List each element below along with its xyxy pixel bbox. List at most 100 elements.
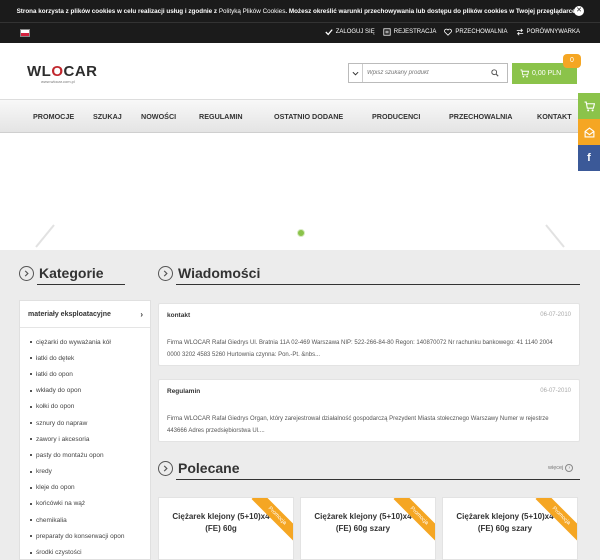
category-item[interactable]: preparaty do konserwacji opon — [20, 528, 150, 544]
category-item[interactable]: końcówki na wąż — [20, 496, 150, 512]
cookie-text-before: Strona korzysta z plików cookies w celu … — [16, 7, 218, 15]
login-label: ZALOGUJ SIĘ — [335, 29, 375, 35]
cookie-bar: Strona korzysta z plików cookies w celu … — [0, 0, 600, 22]
nav-item-szukaj[interactable]: SZUKAJ — [93, 112, 122, 121]
chevron-right-icon: › — [140, 310, 143, 319]
nav-item-promocje[interactable]: PROMOCJE — [33, 112, 74, 121]
category-item[interactable]: łatki do opon — [20, 366, 150, 382]
category-item[interactable]: kołki do opon — [20, 399, 150, 415]
side-contact-button[interactable] — [578, 119, 600, 145]
product-name[interactable]: Ciężarek klejony (5+10)x4 (FE) 60g — [169, 511, 273, 535]
news-item-body: Firma WLOCAR Rafał Giedrys Ul. Bratnia 1… — [167, 340, 553, 358]
product-name[interactable]: Ciężarek klejony (5+10)x4 (FE) 60g szary — [453, 511, 557, 535]
wishlist-link[interactable]: PRZECHOWALNIA — [444, 28, 508, 36]
cart-amount: 0,00 PLN — [532, 70, 562, 77]
logo-part3: CAR — [63, 63, 98, 80]
search-box — [348, 63, 508, 83]
category-item[interactable]: chemikalia — [20, 512, 150, 528]
category-item[interactable]: łatki do dętek — [20, 350, 150, 366]
cart-icon — [520, 69, 529, 78]
news-item[interactable]: Regulamin 06-07-2010 Firma WLOCAR Rafał … — [158, 379, 580, 442]
header: WLOCAR www.wlocar.com.pl 0,00 PLN 0 — [0, 43, 600, 99]
search-input[interactable] — [367, 67, 477, 79]
news-title: Wiadomości — [178, 265, 261, 281]
categories-panel: materiały eksploatacyjne › ciężarki do w… — [19, 300, 151, 560]
side-cart-button[interactable] — [578, 93, 600, 119]
cookie-close-button[interactable]: ✕ — [574, 6, 584, 16]
cookie-text: Strona korzysta z plików cookies w celu … — [17, 8, 584, 15]
nav-item-ostatnio-dodane[interactable]: OSTATNIO DODANE — [274, 112, 343, 121]
categories-heading: Kategorie — [19, 265, 104, 281]
register-label: REJESTRACJA — [393, 29, 437, 35]
news-item-date: 06-07-2010 — [540, 312, 571, 318]
category-group-header[interactable]: materiały eksploatacyjne › — [20, 301, 150, 328]
category-item[interactable]: zawory i akcesoria — [20, 431, 150, 447]
category-item[interactable]: sznury do napraw — [20, 415, 150, 431]
logo-part2: O — [51, 63, 64, 80]
recommended-heading: Polecane — [158, 460, 239, 476]
envelope-icon — [584, 126, 594, 137]
slider-dot-active[interactable] — [297, 229, 305, 237]
news-underline — [176, 284, 580, 285]
product-card[interactable]: Ciężarek klejony (5+10)x4 (FE) 60g Promo… — [158, 497, 294, 560]
news-heading: Wiadomości — [158, 265, 260, 281]
search-icon[interactable] — [491, 69, 499, 77]
news-item[interactable]: kontakt 06-07-2010 Firma WLOCAR Rafał Gi… — [158, 303, 580, 366]
category-group-label: materiały eksploatacyjne — [28, 310, 111, 318]
categories-title: Kategorie — [39, 265, 104, 281]
chevron-right-icon: › — [565, 464, 574, 472]
category-list: ciężarki do wyważania kół łatki do dętek… — [20, 328, 150, 560]
nav-item-nowosci[interactable]: NOWOŚCI — [141, 112, 176, 121]
main-nav: PROMOCJE SZUKAJ NOWOŚCI REGULAMIN OSTATN… — [0, 99, 600, 133]
logo-part1: WL — [27, 63, 52, 80]
login-link[interactable]: ZALOGUJ SIĘ — [325, 28, 375, 36]
categories-underline — [37, 284, 125, 285]
cookie-text-after: . Możesz określić warunki przechowywania… — [285, 7, 578, 15]
polish-flag-icon[interactable] — [20, 29, 30, 37]
cookie-policy-link[interactable]: Polityką Plików Cookies — [219, 8, 286, 15]
logo-text: WLOCAR — [27, 63, 99, 80]
chevron-right-icon — [158, 460, 173, 476]
chevron-down-icon — [352, 71, 359, 76]
news-item-title[interactable]: kontakt — [167, 312, 190, 319]
recommended-underline — [176, 479, 580, 480]
recommended-title: Polecane — [178, 460, 240, 476]
register-link[interactable]: REJESTRACJA — [383, 28, 437, 36]
cart-icon — [584, 101, 595, 111]
category-item[interactable]: ciężarki do wyważania kół — [20, 334, 150, 350]
facebook-icon: f — [587, 152, 591, 164]
chevron-right-icon — [158, 265, 173, 281]
more-label: więcej — [548, 465, 564, 471]
search-category-dropdown[interactable] — [349, 64, 363, 82]
chevron-right-icon — [19, 265, 34, 281]
product-name[interactable]: Ciężarek klejony (5+10)x4 (FE) 60g szary — [311, 511, 415, 535]
product-card[interactable]: Ciężarek klejony (5+10)x4 (FE) 60g szary… — [300, 497, 436, 560]
compare-label: PORÓWNYWARKA — [526, 29, 580, 35]
news-item-date: 06-07-2010 — [540, 388, 571, 394]
list-icon — [383, 28, 391, 36]
category-item[interactable]: kleje do opon — [20, 480, 150, 496]
compare-arrows-icon — [516, 28, 523, 36]
wishlist-label: PRZECHOWALNIA — [455, 29, 508, 35]
compare-link[interactable]: PORÓWNYWARKA — [516, 28, 580, 36]
category-item[interactable]: pasty do montażu opon — [20, 447, 150, 463]
facebook-button[interactable]: f — [578, 145, 600, 171]
product-card[interactable]: Ciężarek klejony (5+10)x4 (FE) 60g szary… — [442, 497, 578, 560]
category-item[interactable]: kredy — [20, 464, 150, 480]
news-item-title[interactable]: Regulamin — [167, 388, 200, 395]
category-item[interactable]: wkłady do opon — [20, 383, 150, 399]
side-social-bar: f — [578, 93, 600, 171]
top-bar: ZALOGUJ SIĘ REJESTRACJA PRZECHOWALNIA PO… — [0, 22, 600, 43]
slider-next-arrow[interactable] — [544, 223, 566, 249]
news-item-body: Firma WLOCAR Rafał Giedrys Organ, który … — [167, 416, 549, 434]
heart-icon — [444, 28, 453, 36]
category-item[interactable]: środki czystości — [20, 544, 150, 560]
nav-item-kontakt[interactable]: KONTAKT — [537, 112, 572, 121]
slider-prev-arrow[interactable] — [34, 223, 56, 249]
banner-slider — [0, 133, 600, 250]
logo[interactable]: WLOCAR www.wlocar.com.pl — [27, 63, 99, 85]
nav-item-producenci[interactable]: PRODUCENCI — [372, 112, 420, 121]
more-link[interactable]: więcej › — [548, 464, 574, 472]
nav-item-przechowalnia[interactable]: PRZECHOWALNIA — [449, 112, 513, 121]
nav-item-regulamin[interactable]: REGULAMIN — [199, 112, 243, 121]
